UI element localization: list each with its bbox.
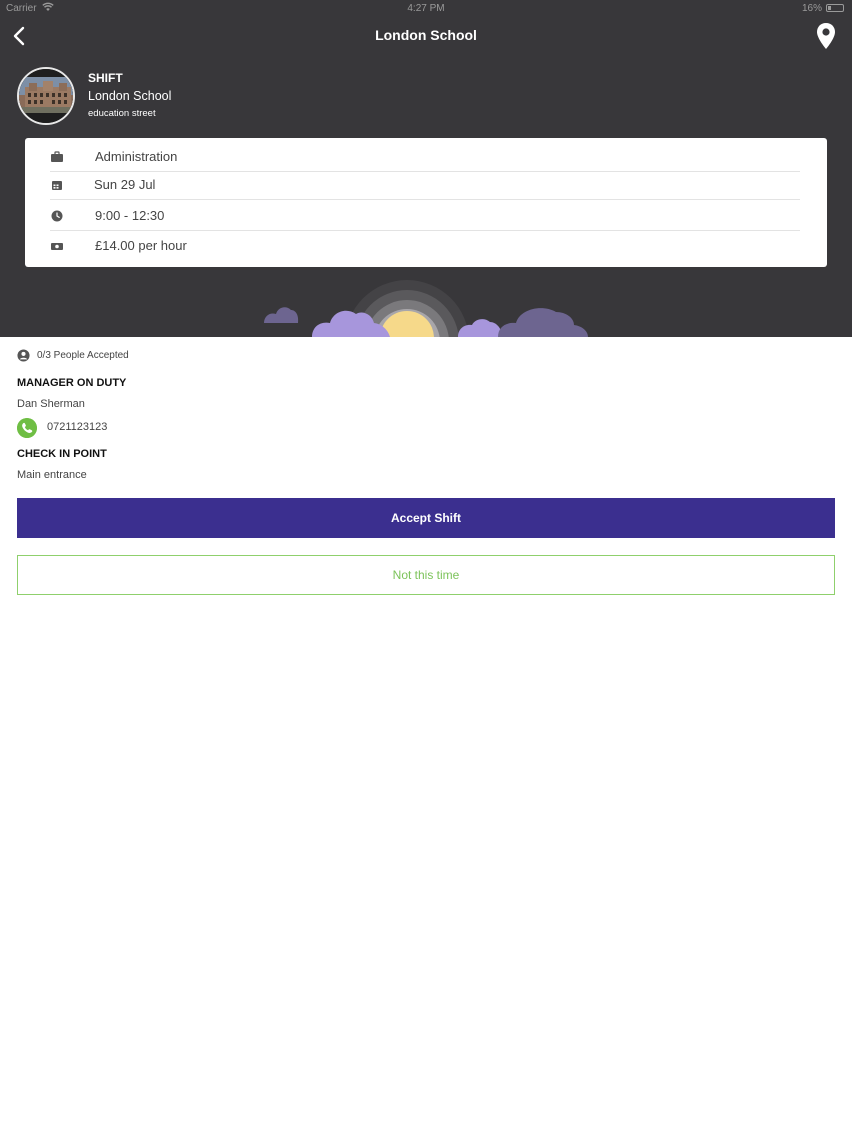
checkin-heading: CHECK IN POINT [17,448,107,460]
shift-label: SHIFT [88,71,123,85]
clock-icon [51,210,63,222]
calendar-icon [52,181,62,190]
department-text: Administration [95,149,178,164]
phone-icon[interactable] [17,418,37,438]
accept-shift-button[interactable]: Accept Shift [17,498,835,538]
time-range-text: 9:00 - 12:30 [95,208,165,223]
school-name: London School [88,89,172,103]
sunrise-illustration [264,280,588,337]
manager-name: Dan Sherman [17,398,85,410]
decline-shift-button[interactable]: Not this time [17,555,835,595]
briefcase-icon [51,151,63,162]
person-icon [17,349,30,362]
manager-phone-number[interactable]: 0721123123 [47,421,107,433]
detail-row-date: Sun 29 Jul [50,170,800,200]
status-time: 4:27 PM [407,3,445,14]
people-accepted-text: 0/3 People Accepted [37,350,129,361]
manager-heading: MANAGER ON DUTY [17,377,127,389]
shift-details-card: Administration Sun 29 Jul 9:00 - 12:30 £… [25,138,827,267]
map-pin-icon[interactable] [814,22,838,50]
school-avatar [17,67,75,125]
page-title: London School [375,27,477,43]
nav-bar: London School [0,18,852,54]
detail-row-department: Administration [50,142,800,172]
checkin-location: Main entrance [17,469,87,481]
pay-text: £14.00 per hour [95,238,187,253]
detail-row-time: 9:00 - 12:30 [50,201,800,231]
battery-percent: 16% [801,3,822,14]
money-icon [51,243,63,250]
battery-icon [826,4,844,12]
status-bar: Carrier 4:27 PM 16% [0,0,852,18]
header-panel: Carrier 4:27 PM 16% London School SHIFT … [0,0,852,337]
school-building-image [19,69,73,123]
date-text: Sun 29 Jul [94,177,156,192]
school-street: education street [88,108,156,119]
detail-row-pay: £14.00 per hour [50,231,800,261]
